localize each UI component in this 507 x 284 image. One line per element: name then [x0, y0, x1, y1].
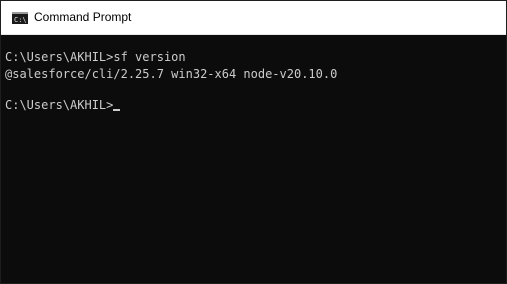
window-title: Command Prompt — [34, 10, 132, 24]
text-cursor — [113, 109, 121, 111]
console-line: C:\Users\AKHIL>sf version — [5, 50, 186, 64]
command-prompt-window: C:\ Command Prompt C:\Users\AKHIL>sf ver… — [0, 0, 507, 284]
console-line: @salesforce/cli/2.25.7 win32-x64 node-v2… — [5, 67, 338, 81]
prompt-line[interactable]: C:\Users\AKHIL> — [5, 97, 121, 113]
prompt-text: C:\Users\AKHIL> — [5, 98, 114, 112]
console-output[interactable]: C:\Users\AKHIL>sf version @salesforce/cl… — [1, 35, 506, 283]
title-bar[interactable]: C:\ Command Prompt — [1, 1, 506, 35]
cmd-icon: C:\ — [12, 12, 28, 24]
svg-text:C:\: C:\ — [14, 16, 27, 24]
